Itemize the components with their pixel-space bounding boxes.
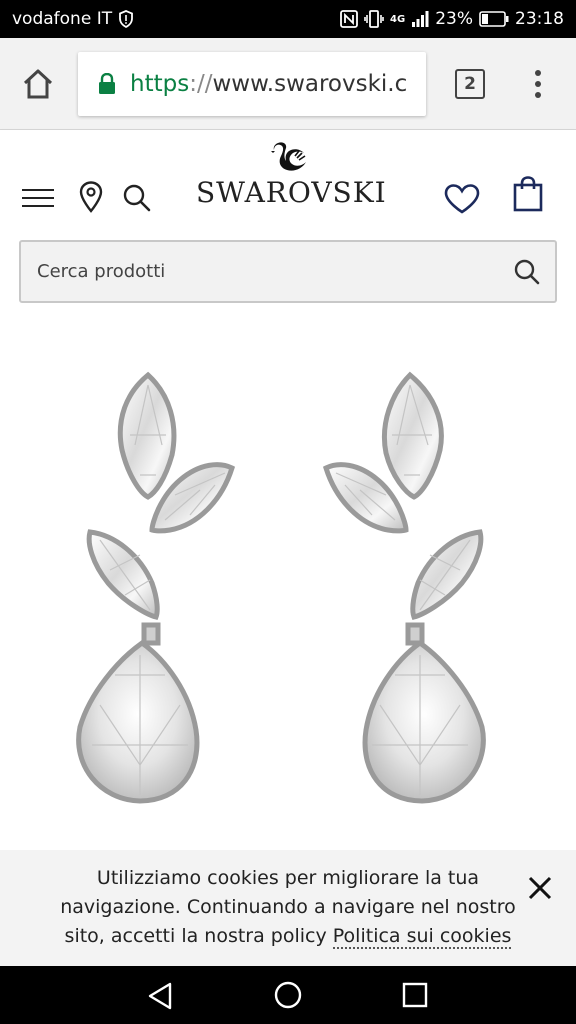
shield-alert-icon	[119, 10, 133, 28]
battery-percent: 23%	[435, 9, 473, 29]
tab-switcher-button[interactable]: 2	[455, 69, 485, 99]
home-icon	[23, 69, 53, 99]
status-bar: vodafone IT 4G 23% 23:18	[0, 0, 576, 38]
vibrate-icon	[364, 10, 384, 28]
wishlist-heart-icon[interactable]	[444, 184, 480, 214]
close-icon	[528, 876, 552, 900]
carrier-group: vodafone IT	[12, 9, 134, 29]
clock: 23:18	[515, 9, 564, 29]
cookie-close-button[interactable]	[524, 872, 556, 904]
search-submit-button[interactable]	[499, 242, 555, 301]
swan-logo-icon	[271, 142, 306, 171]
url-host: www.swarovski.c	[212, 71, 408, 97]
status-right: 4G 23% 23:18	[340, 9, 564, 29]
product-image[interactable]	[0, 325, 576, 850]
nfc-icon	[340, 10, 358, 28]
url-separator: ://	[189, 71, 213, 97]
home-nav-icon[interactable]	[274, 981, 302, 1009]
shopping-bag-icon[interactable]	[513, 176, 543, 212]
system-nav-bar	[0, 966, 576, 1024]
brand-logo[interactable]: SWAROVSKI	[196, 142, 387, 214]
browser-home-button[interactable]	[20, 66, 56, 102]
menu-dot	[535, 81, 541, 87]
cookie-banner: Utilizziamo cookies per migliorare la tu…	[0, 850, 576, 966]
back-icon[interactable]	[146, 981, 174, 1011]
earrings-image	[76, 371, 486, 804]
tab-count: 2	[464, 74, 476, 94]
brand-wordmark: SWAROVSKI	[196, 176, 387, 209]
carrier-name: vodafone IT	[12, 9, 113, 29]
signal-icon	[412, 11, 429, 27]
network-type: 4G	[390, 13, 406, 25]
store-locator-icon[interactable]	[78, 181, 104, 213]
browser-toolbar: https://www.swarovski.c 2	[0, 38, 576, 130]
url-scheme: https	[130, 71, 190, 97]
hamburger-menu-icon[interactable]	[22, 189, 54, 207]
site-header: SWAROVSKI	[0, 130, 576, 325]
search-icon	[514, 259, 540, 284]
address-bar[interactable]: https://www.swarovski.c	[78, 52, 426, 116]
cookie-policy-link[interactable]: Politica sui cookies	[332, 925, 512, 949]
right-earring	[322, 371, 486, 804]
left-earring	[76, 371, 236, 804]
cookie-message: Utilizziamo cookies per migliorare la tu…	[60, 864, 516, 951]
url-text: https://www.swarovski.c	[130, 71, 407, 97]
lock-icon	[98, 73, 116, 95]
recent-apps-icon[interactable]	[402, 982, 428, 1008]
product-search-box	[19, 240, 557, 303]
battery-icon	[479, 11, 509, 27]
browser-menu-button[interactable]	[526, 66, 550, 102]
product-search-input[interactable]	[37, 261, 499, 282]
menu-dot	[535, 70, 541, 76]
menu-dot	[535, 92, 541, 98]
search-icon[interactable]	[122, 183, 152, 213]
